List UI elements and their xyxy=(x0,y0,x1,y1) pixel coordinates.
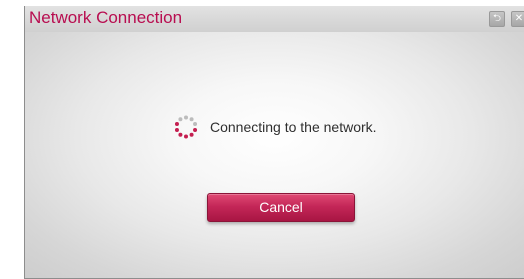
spinner-dot xyxy=(193,127,198,132)
close-icon[interactable]: ✕ xyxy=(511,11,524,27)
spinner-dot xyxy=(178,132,183,137)
network-connection-dialog: Network Connection ⮌ ✕ Connecting to the… xyxy=(24,6,524,279)
spinner-dot xyxy=(174,127,179,132)
spinner-dot xyxy=(184,115,188,120)
spinner-dot xyxy=(189,117,194,122)
tv-screen: Network Connection ⮌ ✕ Connecting to the… xyxy=(0,0,524,279)
cancel-button[interactable]: Cancel xyxy=(207,193,355,222)
dialog-title: Network Connection xyxy=(29,8,183,27)
back-icon[interactable]: ⮌ xyxy=(489,11,505,27)
dialog-title-bar: Network Connection ⮌ ✕ xyxy=(25,6,524,32)
spinner-dot xyxy=(193,122,198,127)
spinner-dot xyxy=(178,117,183,122)
spinner-dot xyxy=(174,122,179,127)
spinner-dot xyxy=(189,132,194,137)
connection-status: Connecting to the network. xyxy=(173,113,377,141)
loading-spinner-icon xyxy=(174,115,198,139)
status-message: Connecting to the network. xyxy=(210,119,377,135)
spinner-dot xyxy=(184,134,188,139)
